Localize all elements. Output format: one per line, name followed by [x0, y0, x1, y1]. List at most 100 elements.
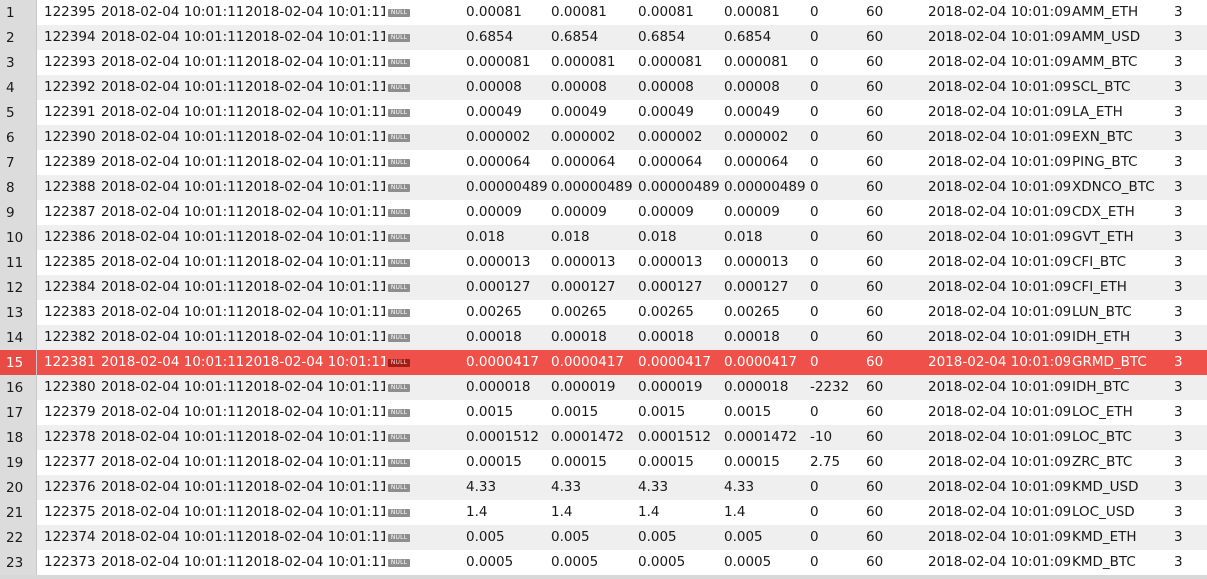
cell-symbol[interactable]: AMM_BTC — [1072, 50, 1170, 75]
cell-value-2[interactable]: 0.00081 — [551, 0, 637, 25]
cell-value-4[interactable]: 0.000002 — [724, 125, 808, 150]
row-number[interactable]: 15 — [0, 350, 37, 375]
cell-change[interactable]: 0 — [810, 225, 865, 250]
cell-updated-at[interactable]: 2018-02-04 10:01:11 — [245, 350, 385, 375]
null-badge[interactable]: NULL — [388, 234, 410, 242]
cell-value-2[interactable]: 0.000013 — [551, 250, 637, 275]
cell-symbol[interactable]: CFI_BTC — [1072, 250, 1170, 275]
cell-value-3[interactable]: 0.0000417 — [638, 350, 723, 375]
null-badge[interactable]: NULL — [388, 359, 410, 367]
cell-period[interactable]: 60 — [866, 550, 926, 575]
cell-timestamp[interactable]: 2018-02-04 10:01:09 — [928, 50, 1070, 75]
cell-updated-at[interactable]: 2018-02-04 10:01:11 — [245, 425, 385, 450]
table-row[interactable]: 1 122395 2018-02-04 10:01:11 2018-02-04 10:… — [0, 0, 1207, 25]
cell-symbol[interactable]: KMD_ETH — [1072, 525, 1170, 550]
row-number[interactable]: 13 — [0, 300, 37, 325]
cell-kind[interactable]: 3 — [1174, 200, 1204, 225]
cell-period[interactable]: 60 — [866, 325, 926, 350]
cell-period[interactable]: 60 — [866, 525, 926, 550]
cell-id[interactable]: 122391 — [44, 100, 100, 125]
cell-timestamp[interactable]: 2018-02-04 10:01:09 — [928, 275, 1070, 300]
cell-value-1[interactable]: 0.0001512 — [466, 425, 550, 450]
cell-updated-at[interactable]: 2018-02-04 10:01:11 — [245, 150, 385, 175]
cell-period[interactable]: 60 — [866, 300, 926, 325]
cell-id[interactable]: 122392 — [44, 75, 100, 100]
cell-created-at[interactable]: 2018-02-04 10:01:11 — [101, 375, 243, 400]
cell-created-at[interactable]: 2018-02-04 10:01:11 — [101, 400, 243, 425]
null-badge[interactable]: NULL — [388, 109, 410, 117]
cell-period[interactable]: 60 — [866, 175, 926, 200]
cell-id[interactable]: 122378 — [44, 425, 100, 450]
table-row[interactable]: 4 122392 2018-02-04 10:01:11 2018-02-04 10:… — [0, 75, 1207, 100]
null-badge[interactable]: NULL — [388, 259, 410, 267]
cell-created-at[interactable]: 2018-02-04 10:01:11 — [101, 0, 243, 25]
cell-timestamp[interactable]: 2018-02-04 10:01:09 — [928, 75, 1070, 100]
cell-value-1[interactable]: 0.6854 — [466, 25, 550, 50]
cell-symbol[interactable]: AMM_USD — [1072, 25, 1170, 50]
cell-value-1[interactable]: 0.00000489 — [466, 175, 550, 200]
null-badge[interactable]: NULL — [388, 334, 410, 342]
cell-value-2[interactable]: 0.00008 — [551, 75, 637, 100]
null-badge[interactable]: NULL — [388, 434, 410, 442]
cell-change[interactable]: 0 — [810, 550, 865, 575]
null-badge[interactable]: NULL — [388, 409, 410, 417]
cell-updated-at[interactable]: 2018-02-04 10:01:11 — [245, 50, 385, 75]
cell-period[interactable]: 60 — [866, 150, 926, 175]
cell-updated-at[interactable]: 2018-02-04 10:01:11 — [245, 250, 385, 275]
cell-symbol[interactable]: AMM_ETH — [1072, 0, 1170, 25]
row-number[interactable]: 10 — [0, 225, 37, 250]
cell-period[interactable]: 60 — [866, 100, 926, 125]
cell-id[interactable]: 122382 — [44, 325, 100, 350]
cell-value-3[interactable]: 0.000127 — [638, 275, 723, 300]
cell-updated-at[interactable]: 2018-02-04 10:01:11 — [245, 275, 385, 300]
cell-symbol[interactable]: GRMD_BTC — [1072, 350, 1170, 375]
cell-timestamp[interactable]: 2018-02-04 10:01:09 — [928, 425, 1070, 450]
cell-created-at[interactable]: 2018-02-04 10:01:11 — [101, 550, 243, 575]
cell-updated-at[interactable]: 2018-02-04 10:01:11 — [245, 500, 385, 525]
cell-timestamp[interactable]: 2018-02-04 10:01:09 — [928, 400, 1070, 425]
cell-id[interactable]: 122390 — [44, 125, 100, 150]
cell-updated-at[interactable]: 2018-02-04 10:01:11 — [245, 450, 385, 475]
cell-timestamp[interactable]: 2018-02-04 10:01:09 — [928, 200, 1070, 225]
cell-updated-at[interactable]: 2018-02-04 10:01:11 — [245, 100, 385, 125]
row-number[interactable]: 11 — [0, 250, 37, 275]
cell-value-4[interactable]: 0.005 — [724, 525, 808, 550]
cell-timestamp[interactable]: 2018-02-04 10:01:09 — [928, 125, 1070, 150]
cell-value-3[interactable]: 0.00015 — [638, 450, 723, 475]
null-badge[interactable]: NULL — [388, 484, 410, 492]
cell-value-3[interactable]: 0.00265 — [638, 300, 723, 325]
cell-updated-at[interactable]: 2018-02-04 10:01:11 — [245, 325, 385, 350]
cell-timestamp[interactable]: 2018-02-04 10:01:09 — [928, 25, 1070, 50]
cell-value-3[interactable]: 1.4 — [638, 500, 723, 525]
table-row[interactable]: 9 122387 2018-02-04 10:01:11 2018-02-04 10:… — [0, 200, 1207, 225]
cell-period[interactable]: 60 — [866, 75, 926, 100]
cell-created-at[interactable]: 2018-02-04 10:01:11 — [101, 125, 243, 150]
cell-kind[interactable]: 3 — [1174, 375, 1204, 400]
table-row-selected[interactable]: 15 122381 2018-02-04 10:01:11 2018-02-04 10… — [0, 350, 1207, 375]
cell-period[interactable]: 60 — [866, 475, 926, 500]
cell-value-4[interactable]: 0.6854 — [724, 25, 808, 50]
cell-updated-at[interactable]: 2018-02-04 10:01:11 — [245, 125, 385, 150]
cell-kind[interactable]: 3 — [1174, 450, 1204, 475]
cell-value-2[interactable]: 0.000064 — [551, 150, 637, 175]
cell-created-at[interactable]: 2018-02-04 10:01:11 — [101, 350, 243, 375]
cell-value-1[interactable]: 0.00081 — [466, 0, 550, 25]
cell-kind[interactable]: 3 — [1174, 550, 1204, 575]
cell-kind[interactable]: 3 — [1174, 225, 1204, 250]
cell-kind[interactable]: 3 — [1174, 325, 1204, 350]
cell-kind[interactable]: 3 — [1174, 175, 1204, 200]
cell-symbol[interactable]: LUN_BTC — [1072, 300, 1170, 325]
cell-change[interactable]: -10 — [810, 425, 865, 450]
cell-period[interactable]: 60 — [866, 450, 926, 475]
cell-change[interactable]: 0 — [810, 250, 865, 275]
cell-value-3[interactable]: 0.00018 — [638, 325, 723, 350]
row-number[interactable]: 14 — [0, 325, 37, 350]
cell-value-4[interactable]: 0.018 — [724, 225, 808, 250]
cell-value-3[interactable]: 0.6854 — [638, 25, 723, 50]
table-row[interactable]: 18 122378 2018-02-04 10:01:11 2018-02-04 10… — [0, 425, 1207, 450]
cell-symbol[interactable]: EXN_BTC — [1072, 125, 1170, 150]
cell-created-at[interactable]: 2018-02-04 10:01:11 — [101, 275, 243, 300]
cell-updated-at[interactable]: 2018-02-04 10:01:11 — [245, 300, 385, 325]
row-number[interactable]: 12 — [0, 275, 37, 300]
cell-change[interactable]: 0 — [810, 200, 865, 225]
